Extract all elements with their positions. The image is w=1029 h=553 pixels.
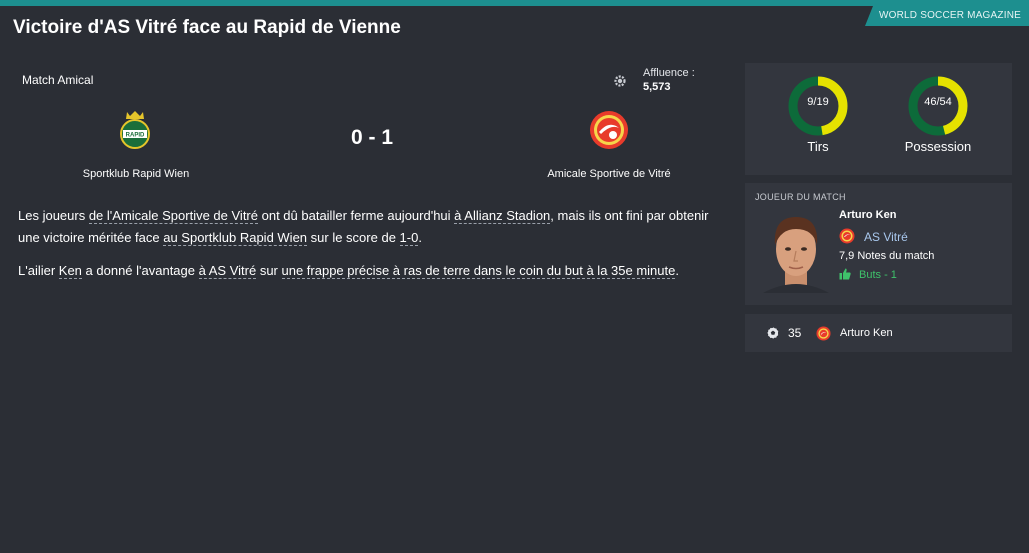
link-home-team[interactable]: au Sportklub Rapid Wien <box>163 230 308 246</box>
home-team-name[interactable]: Sportklub Rapid Wien <box>36 168 236 180</box>
report-paragraph-1: Les joueurs de l'Amicale Sportive de Vit… <box>18 208 709 246</box>
home-crest-text: RAPID <box>126 133 145 139</box>
settings-icon[interactable] <box>613 74 627 88</box>
attendance-value: 5,573 <box>643 81 671 93</box>
shots-label: Tirs <box>807 139 829 154</box>
shots-value: 9/19 <box>807 96 829 108</box>
match-stats-panel: 9/19 Tirs 46/54 Possession <box>745 63 1012 175</box>
attendance-label: Affluence : <box>643 67 695 79</box>
link-goal[interactable]: une frappe précise à ras de terre dans l… <box>281 263 676 279</box>
vitre-crest-icon[interactable] <box>589 110 629 150</box>
player-goals: Buts - 1 <box>859 269 897 281</box>
possession-value: 46/54 <box>924 96 952 108</box>
vitre-club-icon <box>839 228 855 244</box>
thumbs-up-icon <box>839 268 851 280</box>
report-paragraph-2: L'ailier Ken a donné l'avantage à AS Vit… <box>18 263 679 279</box>
link-score[interactable]: 1-0 <box>399 230 419 246</box>
link-club[interactable]: à AS Vitré <box>198 263 257 279</box>
player-name[interactable]: Arturo Ken <box>839 209 896 221</box>
link-stadium[interactable]: à Allianz Stadion <box>454 208 551 224</box>
player-face-avatar[interactable] <box>763 209 829 293</box>
away-team-name[interactable]: Amicale Sportive de Vitré <box>509 168 709 180</box>
magazine-tab[interactable]: WORLD SOCCER MAGAZINE <box>865 6 1029 26</box>
player-rating: 7,9 Notes du match <box>839 250 935 262</box>
link-player[interactable]: Ken <box>58 263 82 279</box>
vitre-club-icon <box>816 326 831 341</box>
top-accent-stripe <box>0 0 1029 6</box>
match-report: Les joueurs de l'Amicale Sportive de Vit… <box>18 205 718 293</box>
player-of-match-title: JOUEUR DU MATCH <box>755 192 846 202</box>
score: 0 - 1 <box>350 126 394 149</box>
player-club-link[interactable]: AS Vitré <box>864 230 908 244</box>
player-of-match-panel: JOUEUR DU MATCH Arturo Ken AS Vitré 7,9 … <box>745 183 1012 305</box>
page-title: Victoire d'AS Vitré face au Rapid de Vie… <box>13 17 401 38</box>
goal-event-row[interactable]: 35 Arturo Ken <box>745 314 1012 352</box>
possession-label: Possession <box>904 139 972 154</box>
link-away-team[interactable]: de l'Amicale Sportive de Vitré <box>88 208 258 224</box>
goal-scorer[interactable]: Arturo Ken <box>840 327 893 339</box>
match-type: Match Amical <box>22 73 94 87</box>
goal-minute: 35 <box>788 326 802 340</box>
rapid-wien-crest-icon[interactable]: RAPID <box>118 110 152 150</box>
football-icon <box>767 327 779 339</box>
match-summary: Match Amical Affluence : 5,573 RAPID 0 -… <box>12 60 722 190</box>
